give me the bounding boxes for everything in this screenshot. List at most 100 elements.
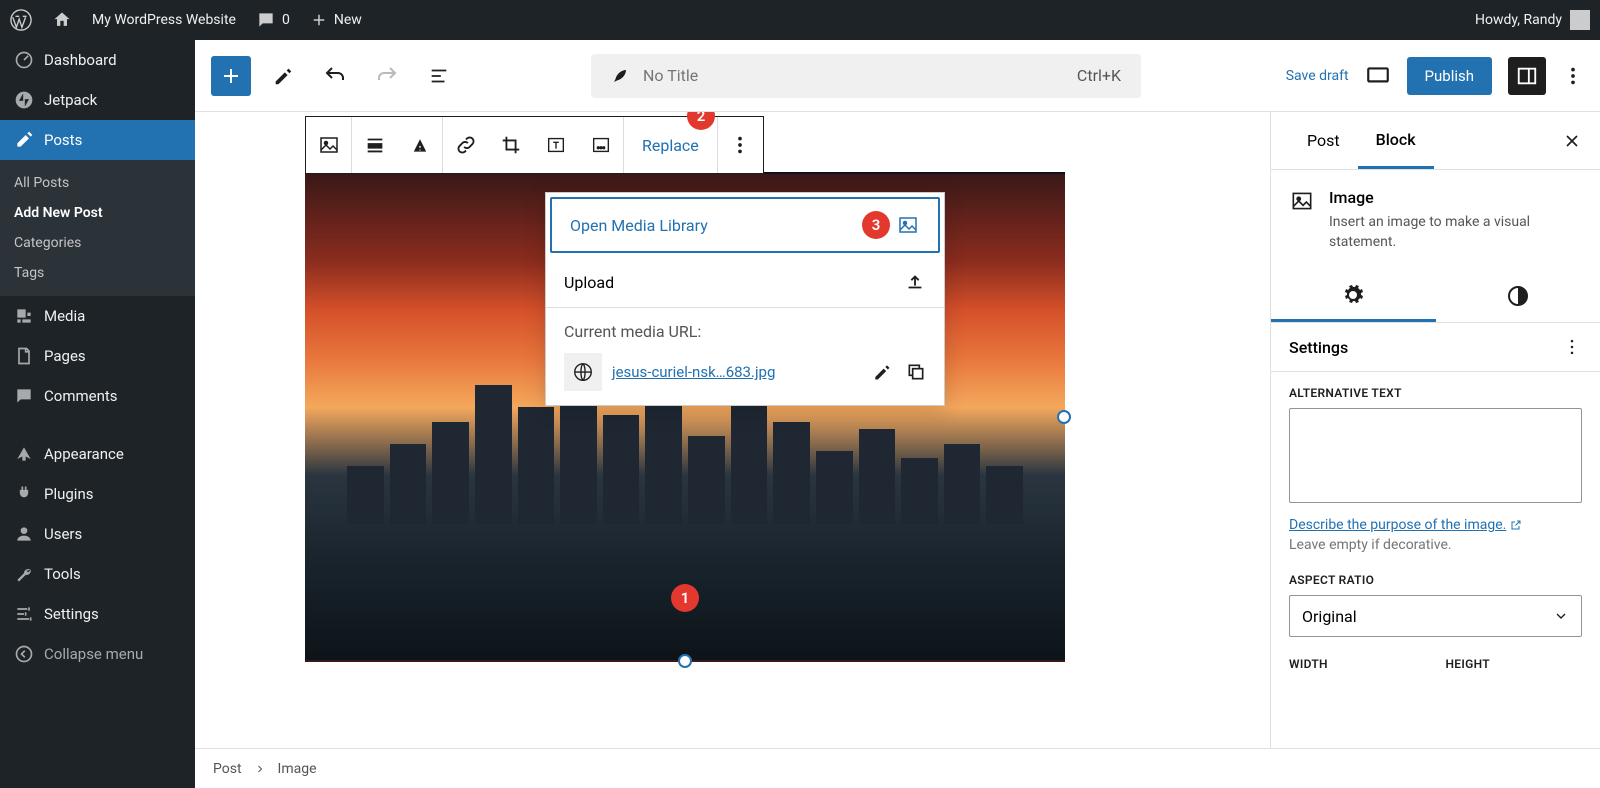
sidebar-label: Media bbox=[44, 307, 85, 325]
new-button[interactable]: New bbox=[310, 11, 362, 29]
sidebar-label: Posts bbox=[44, 131, 82, 149]
sidebar-item-comments[interactable]: Comments bbox=[0, 376, 195, 416]
open-media-library-button[interactable]: Open Media Library 3 bbox=[550, 197, 940, 253]
sidebar-item-settings[interactable]: Settings bbox=[0, 594, 195, 634]
annotation-badge-1: 1 bbox=[671, 584, 699, 612]
media-url-link[interactable]: jesus-curiel-nsk…683.jpg bbox=[612, 363, 862, 381]
admin-sidebar: Dashboard Jetpack Posts All Posts Add Ne… bbox=[0, 40, 195, 788]
sidebar-item-media[interactable]: Media bbox=[0, 296, 195, 336]
upload-button[interactable]: Upload bbox=[546, 257, 944, 307]
aspect-ratio-select[interactable]: Original bbox=[1289, 595, 1582, 637]
posts-submenu: All Posts Add New Post Categories Tags bbox=[0, 160, 195, 296]
caption-icon[interactable] bbox=[397, 117, 442, 173]
text-overlay-icon[interactable] bbox=[533, 117, 578, 173]
feather-icon bbox=[611, 67, 629, 85]
sidebar-item-pages[interactable]: Pages bbox=[0, 336, 195, 376]
link-icon[interactable] bbox=[443, 117, 488, 173]
crop-icon[interactable] bbox=[488, 117, 533, 173]
sidebar-item-appearance[interactable]: Appearance bbox=[0, 434, 195, 474]
edit-url-icon[interactable] bbox=[872, 362, 892, 382]
editor-header: No Title Ctrl+K Save draft Publish bbox=[195, 40, 1600, 112]
editor-canvas[interactable]: Replace 2 bbox=[195, 112, 1270, 748]
home-icon[interactable] bbox=[52, 10, 72, 30]
sidebar-item-posts[interactable]: Posts bbox=[0, 120, 195, 160]
block-name: Image bbox=[1329, 188, 1582, 207]
styles-subtab[interactable] bbox=[1436, 270, 1600, 322]
add-block-button[interactable] bbox=[211, 56, 251, 96]
align-icon[interactable] bbox=[352, 117, 397, 173]
chevron-right-icon bbox=[254, 763, 266, 775]
save-draft-button[interactable]: Save draft bbox=[1286, 68, 1349, 84]
breadcrumb: Post Image bbox=[195, 748, 1600, 788]
preview-icon[interactable] bbox=[1365, 63, 1391, 89]
title-input[interactable]: No Title Ctrl+K bbox=[591, 54, 1141, 98]
new-label: New bbox=[334, 12, 362, 28]
sidebar-label: Jetpack bbox=[44, 91, 97, 109]
alt-text-note: Leave empty if decorative. bbox=[1289, 537, 1582, 553]
settings-panel-toggle[interactable] bbox=[1508, 57, 1546, 95]
settings-subtab[interactable] bbox=[1271, 270, 1436, 322]
alt-text-label: Alternative Text bbox=[1289, 386, 1582, 400]
undo-icon[interactable] bbox=[315, 56, 355, 96]
submenu-add-new[interactable]: Add New Post bbox=[0, 198, 195, 228]
sidebar-item-jetpack[interactable]: Jetpack bbox=[0, 80, 195, 120]
gear-icon bbox=[1341, 283, 1365, 307]
block-more-icon[interactable] bbox=[718, 117, 763, 173]
document-overview-icon[interactable] bbox=[419, 56, 459, 96]
sidebar-label: Tools bbox=[44, 565, 81, 583]
aspect-ratio-label: Aspect Ratio bbox=[1289, 573, 1582, 587]
sidebar-label: Pages bbox=[44, 347, 86, 365]
sidebar-item-users[interactable]: Users bbox=[0, 514, 195, 554]
wp-logo[interactable] bbox=[10, 9, 32, 31]
edit-mode-icon[interactable] bbox=[263, 56, 303, 96]
site-title[interactable]: My WordPress Website bbox=[92, 12, 236, 28]
globe-icon bbox=[564, 353, 602, 391]
settings-panel: Post Block Image Insert an image to make… bbox=[1270, 112, 1600, 748]
sidebar-label: Collapse menu bbox=[44, 645, 143, 663]
annotation-badge-3: 3 bbox=[862, 211, 890, 239]
breadcrumb-post[interactable]: Post bbox=[213, 761, 242, 777]
chevron-down-icon bbox=[1553, 608, 1569, 624]
block-icon bbox=[1289, 188, 1315, 252]
current-url-label: Current media URL: bbox=[564, 322, 926, 341]
comment-count: 0 bbox=[282, 12, 290, 28]
external-link-icon bbox=[1510, 519, 1522, 531]
tab-post[interactable]: Post bbox=[1289, 112, 1358, 169]
resize-handle-bottom[interactable] bbox=[678, 654, 692, 668]
submenu-all-posts[interactable]: All Posts bbox=[0, 168, 195, 198]
sidebar-label: Users bbox=[44, 525, 82, 543]
sidebar-item-tools[interactable]: Tools bbox=[0, 554, 195, 594]
more-options-icon[interactable] bbox=[1562, 65, 1584, 87]
sidebar-collapse[interactable]: Collapse menu bbox=[0, 634, 195, 674]
width-label: Width bbox=[1289, 657, 1426, 671]
shortcut-hint: Ctrl+K bbox=[1077, 66, 1121, 85]
submenu-tags[interactable]: Tags bbox=[0, 258, 195, 288]
contrast-icon bbox=[1506, 284, 1530, 308]
sidebar-label: Appearance bbox=[44, 445, 124, 463]
sidebar-label: Dashboard bbox=[44, 51, 117, 69]
avatar[interactable] bbox=[1570, 10, 1590, 30]
replace-popup: Open Media Library 3 Upload Current medi… bbox=[545, 192, 945, 406]
sidebar-label: Settings bbox=[44, 605, 99, 623]
tab-block[interactable]: Block bbox=[1358, 112, 1434, 169]
close-panel-icon[interactable] bbox=[1562, 131, 1582, 151]
block-description: Insert an image to make a visual stateme… bbox=[1329, 213, 1582, 252]
alt-text-help-link[interactable]: Describe the purpose of the image. bbox=[1289, 517, 1522, 533]
publish-button[interactable]: Publish bbox=[1407, 57, 1492, 95]
section-more-icon[interactable] bbox=[1562, 337, 1582, 357]
resize-handle-right[interactable] bbox=[1057, 410, 1071, 424]
greeting[interactable]: Howdy, Randy bbox=[1475, 12, 1562, 28]
comments-link[interactable]: 0 bbox=[256, 10, 290, 30]
image-icon bbox=[896, 213, 920, 237]
copy-url-icon[interactable] bbox=[906, 362, 926, 382]
breadcrumb-image[interactable]: Image bbox=[278, 761, 317, 777]
submenu-categories[interactable]: Categories bbox=[0, 228, 195, 258]
more-tools-icon[interactable] bbox=[578, 117, 623, 173]
sidebar-label: Plugins bbox=[44, 485, 93, 503]
block-type-icon[interactable] bbox=[306, 117, 351, 173]
redo-icon[interactable] bbox=[367, 56, 407, 96]
alt-text-input[interactable] bbox=[1289, 408, 1582, 503]
sidebar-item-dashboard[interactable]: Dashboard bbox=[0, 40, 195, 80]
sidebar-label: Comments bbox=[44, 387, 118, 405]
sidebar-item-plugins[interactable]: Plugins bbox=[0, 474, 195, 514]
